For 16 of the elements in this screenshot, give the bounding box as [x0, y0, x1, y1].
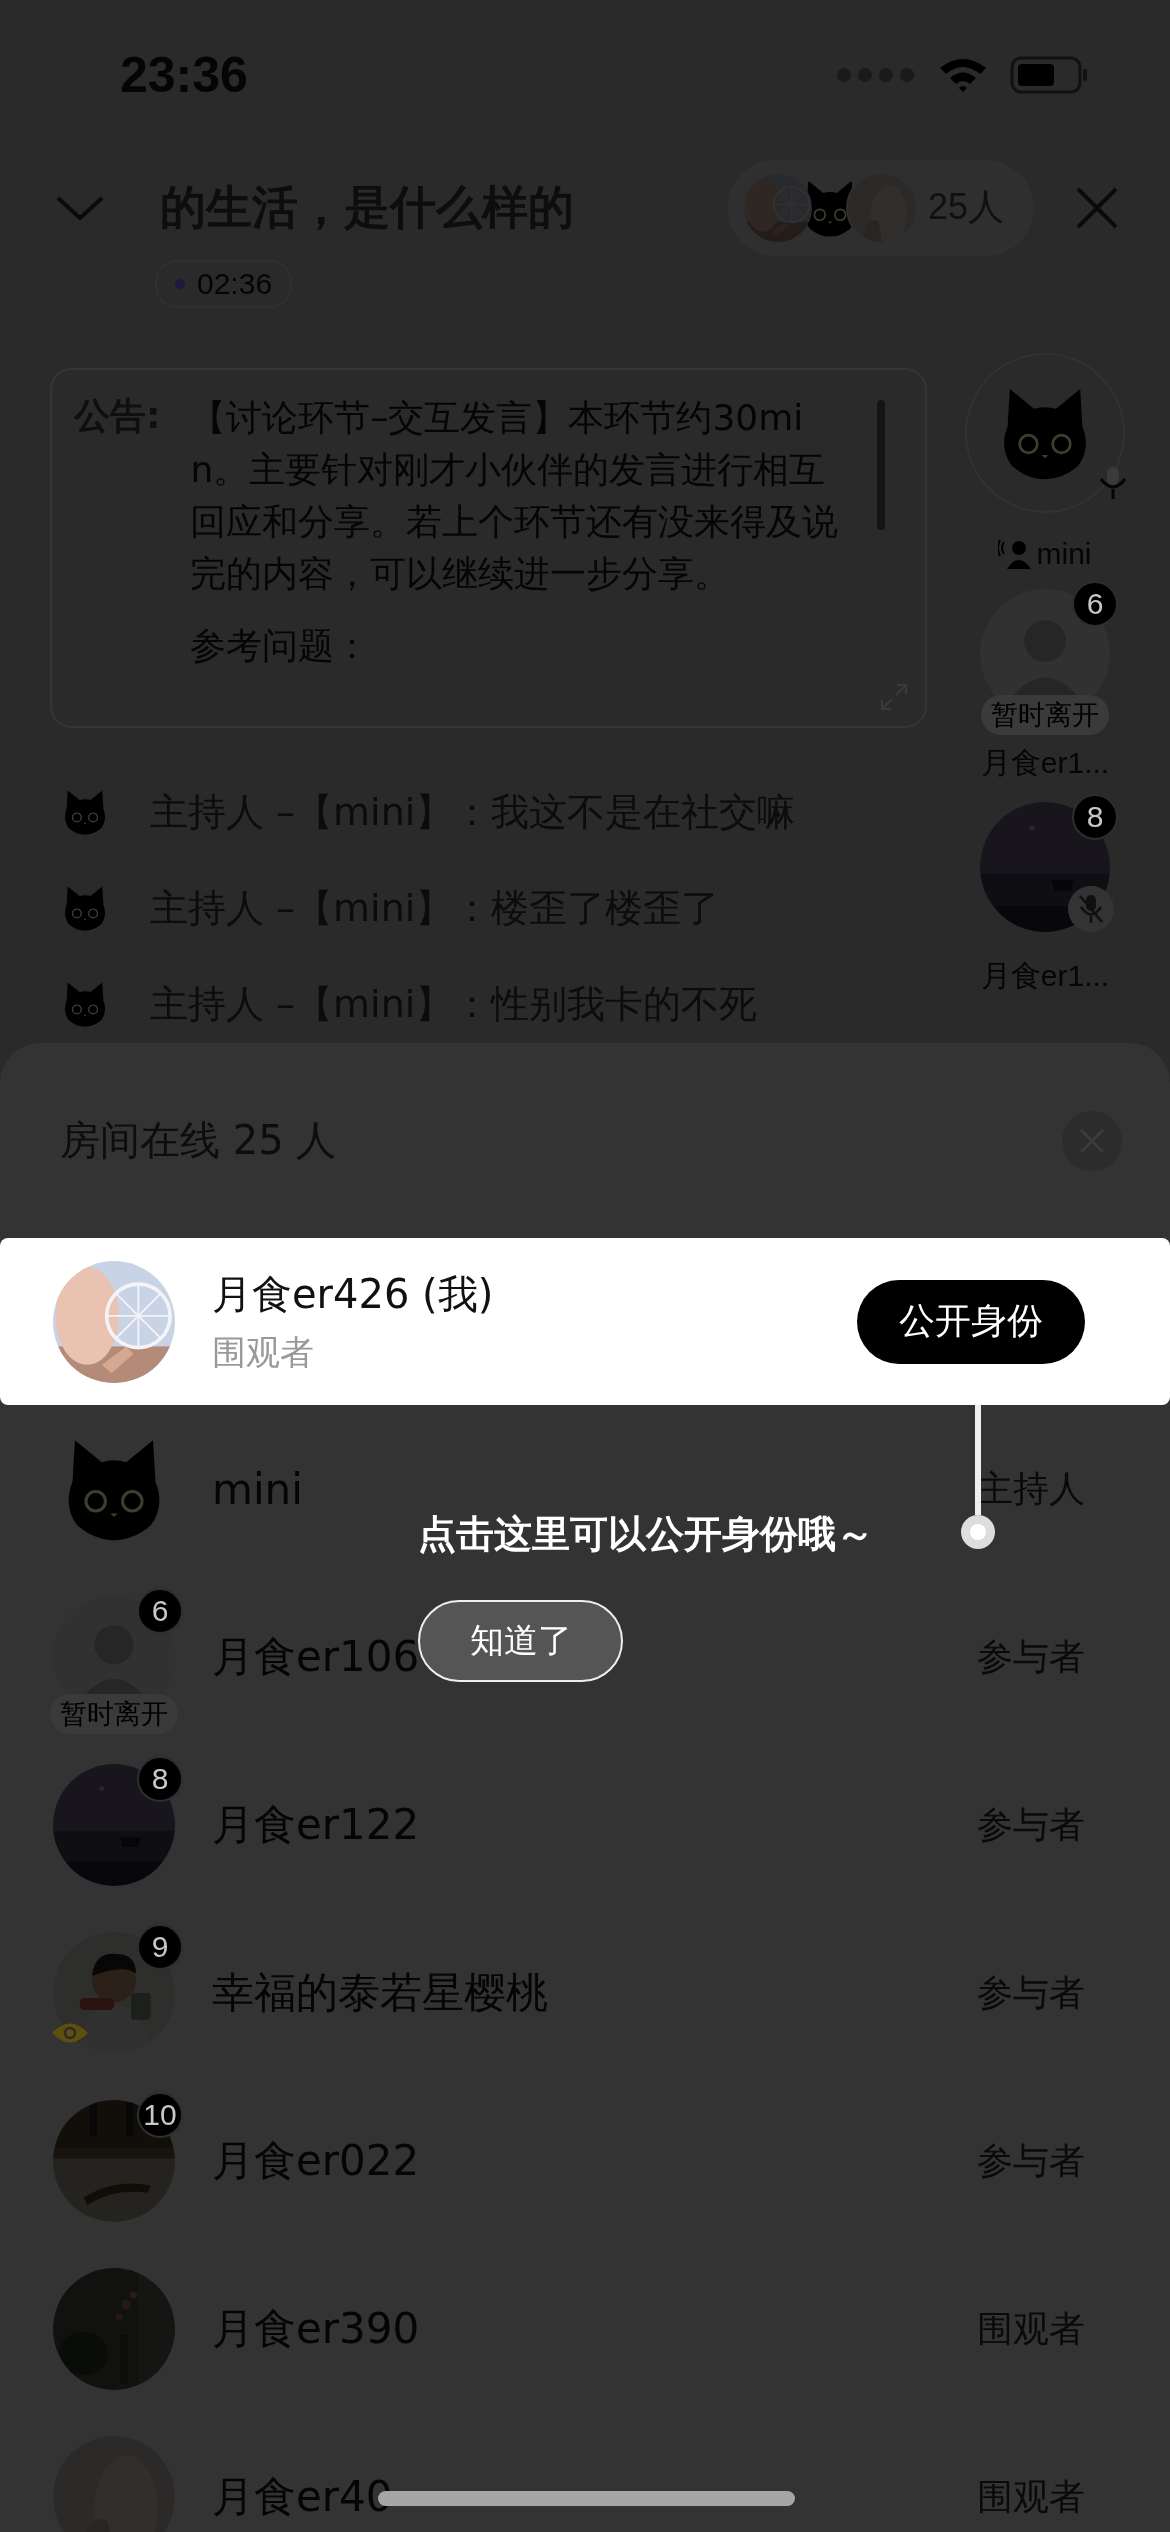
count-badge: 6	[1072, 581, 1118, 627]
count-badge: 10	[137, 2092, 183, 2138]
status-label: 暂时离开	[981, 695, 1109, 735]
guide-tip: 点击这里可以公开身份哦～	[418, 1511, 874, 1558]
count-badge: 8	[1072, 794, 1118, 840]
member-row[interactable]: 月食er426 (我) 围观者 公开身份	[0, 1238, 1170, 1405]
wifi-icon	[938, 56, 988, 94]
count-badge: 6	[137, 1588, 183, 1634]
count-badge: 8	[137, 1756, 183, 1802]
got-it-button[interactable]: 知道了	[418, 1600, 623, 1682]
battery-icon	[1010, 56, 1090, 94]
reveal-identity-button[interactable]: 公开身份	[857, 1279, 1085, 1364]
count-badge: 9	[137, 1924, 183, 1970]
status-label: 暂时离开	[50, 1694, 178, 1734]
member-name: 月食er426 (我)	[212, 1270, 495, 1319]
member-role: 围观者	[212, 1331, 315, 1374]
